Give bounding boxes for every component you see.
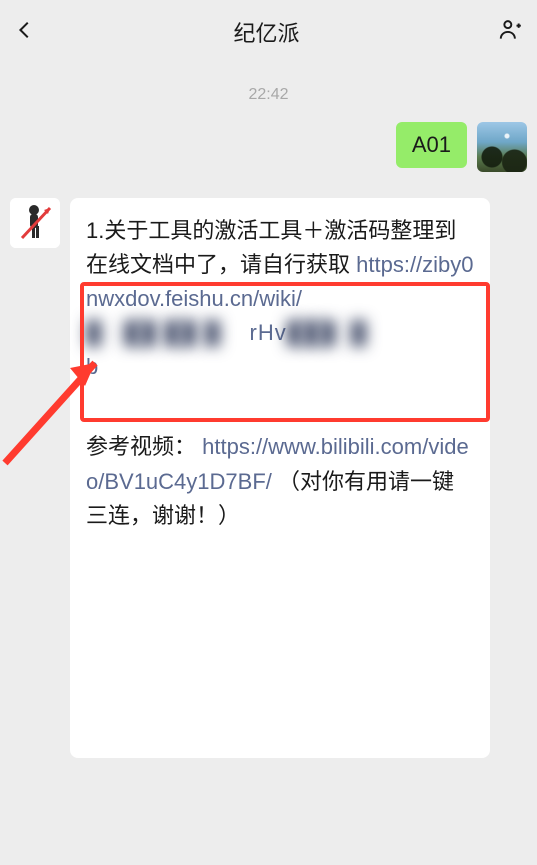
- outgoing-bubble[interactable]: A01: [396, 122, 467, 168]
- msg-text-2a: 参考视频：: [86, 434, 196, 459]
- incoming-bubble[interactable]: 1.关于工具的激活工具＋激活码整理到在线文档中了，请自行获取 https://z…: [70, 198, 490, 758]
- blurred-text: █ ██ ██ █ rHv███ █: [86, 320, 367, 345]
- outgoing-message-row: A01: [10, 122, 527, 172]
- incoming-message-row: 1.关于工具的激活工具＋激活码整理到在线文档中了，请自行获取 https://z…: [10, 198, 527, 758]
- timestamp: 22:42: [10, 86, 527, 104]
- blurred-tail: b: [86, 354, 98, 379]
- back-icon[interactable]: [14, 19, 36, 46]
- their-avatar[interactable]: [10, 198, 60, 248]
- contact-profile-icon[interactable]: [497, 17, 523, 48]
- my-avatar[interactable]: [477, 122, 527, 172]
- chat-title: 纪亿派: [233, 16, 299, 48]
